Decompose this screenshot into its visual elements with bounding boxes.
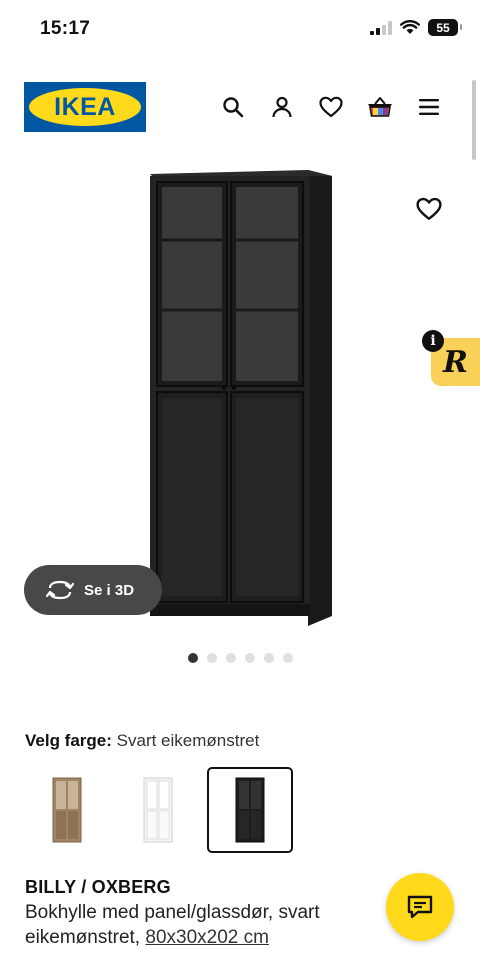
account-icon [272,96,292,118]
status-time: 15:17 [40,18,91,39]
search-icon [223,97,244,118]
rotate-3d-icon [46,580,74,600]
color-label-key: Velg farge: [25,731,112,750]
product-size-link[interactable]: 80x30x202 cm [145,927,269,948]
heart-icon [416,197,442,220]
ikea-logo[interactable]: IKEA [24,82,146,132]
swatch-black-oak-thumbnail [235,777,265,843]
color-swatch-oak[interactable] [24,767,110,853]
r-logo-icon: R [443,344,468,380]
wishlist-button[interactable] [318,94,344,120]
menu-button[interactable] [416,94,442,120]
chat-button[interactable] [386,873,454,941]
save-to-list-button[interactable] [416,197,442,223]
carousel-dot[interactable] [225,653,236,663]
carousel-dot[interactable] [244,653,255,663]
status-bar: 15:17 55 [0,0,480,60]
wifi-icon [400,20,420,34]
site-header: IKEA [0,80,480,136]
account-button[interactable] [269,94,295,120]
menu-icon [419,99,439,115]
logo-text: IKEA [54,92,116,121]
carousel-dot[interactable] [206,653,217,663]
swatch-oak-thumbnail [52,777,82,843]
color-label: Velg farge: Svart eikemønstret [25,731,259,751]
carousel-dot[interactable] [187,653,198,663]
scrollbar[interactable] [472,80,476,160]
chat-icon [407,895,433,919]
view-3d-label: Se i 3D [84,581,135,599]
logo-oval: IKEA [29,88,141,126]
battery-indicator: 55 [428,19,462,36]
carousel-dot[interactable] [282,653,293,663]
search-button[interactable] [220,94,246,120]
swatch-white-thumbnail [143,777,173,843]
basket-icon [368,97,392,117]
cellular-signal-icon [370,20,392,35]
product-name: BILLY / OXBERG [25,877,171,897]
color-swatch-white[interactable] [115,767,201,853]
status-icons: 55 [370,19,462,36]
color-swatch-black-oak[interactable] [207,767,293,853]
info-icon[interactable]: i [422,330,444,352]
carousel-dot[interactable] [263,653,274,663]
basket-button[interactable] [367,94,393,120]
header-actions [220,94,442,120]
heart-icon [319,96,343,118]
view-3d-button[interactable]: Se i 3D [24,565,162,615]
product-description: Bokhylle med panel/glassdør, svart eikem… [25,900,375,950]
selected-color-value: Svart eikemønstret [116,731,260,750]
product-image[interactable] [140,168,340,630]
carousel-dots [0,653,480,663]
